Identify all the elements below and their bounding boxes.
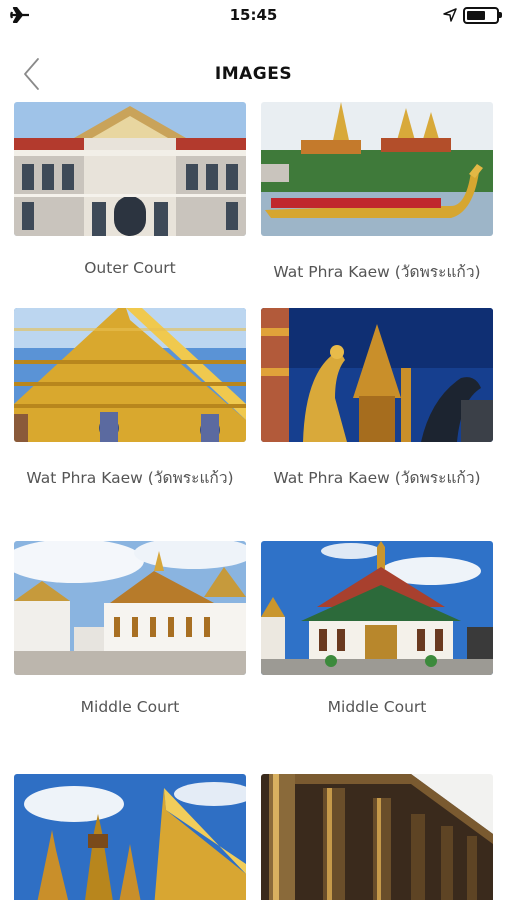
image-thumbnail <box>261 308 493 442</box>
image-thumbnail <box>14 541 246 675</box>
image-caption: Outer Court <box>84 259 176 277</box>
image-caption: Middle Court <box>327 698 427 716</box>
image-tile[interactable]: Wat Phra Kaew (วัดพระแก้ว) <box>14 308 246 490</box>
image-tile[interactable]: Wat Phra Kaew (วัดพระแก้ว) <box>261 102 493 284</box>
battery-icon <box>463 7 499 24</box>
status-bar: 15:45 <box>0 0 507 30</box>
battery-tip <box>499 12 502 18</box>
image-thumbnail <box>261 102 493 236</box>
status-time: 15:45 <box>229 6 278 24</box>
nav-header: IMAGES <box>0 44 507 104</box>
image-tile[interactable]: Middle Court <box>261 541 493 716</box>
page-title: IMAGES <box>214 64 293 84</box>
image-thumbnail <box>14 102 246 236</box>
image-tile[interactable]: Wat Phra Kaew (วัดพระแก้ว) <box>261 308 493 490</box>
image-tile[interactable] <box>261 774 493 900</box>
image-thumbnail <box>14 774 246 900</box>
location-icon <box>443 8 457 22</box>
image-thumbnail <box>261 541 493 675</box>
image-tile[interactable]: Middle Court <box>14 541 246 716</box>
image-tile[interactable]: Outer Court <box>14 102 246 277</box>
image-caption: Wat Phra Kaew (วัดพระแก้ว) <box>273 469 481 487</box>
image-caption: Wat Phra Kaew (วัดพระแก้ว) <box>273 263 481 281</box>
image-tile[interactable] <box>14 774 246 900</box>
image-thumbnail <box>261 774 493 900</box>
image-thumbnail <box>14 308 246 442</box>
image-caption: Middle Court <box>80 698 180 716</box>
image-caption: Wat Phra Kaew (วัดพระแก้ว) <box>26 469 234 487</box>
